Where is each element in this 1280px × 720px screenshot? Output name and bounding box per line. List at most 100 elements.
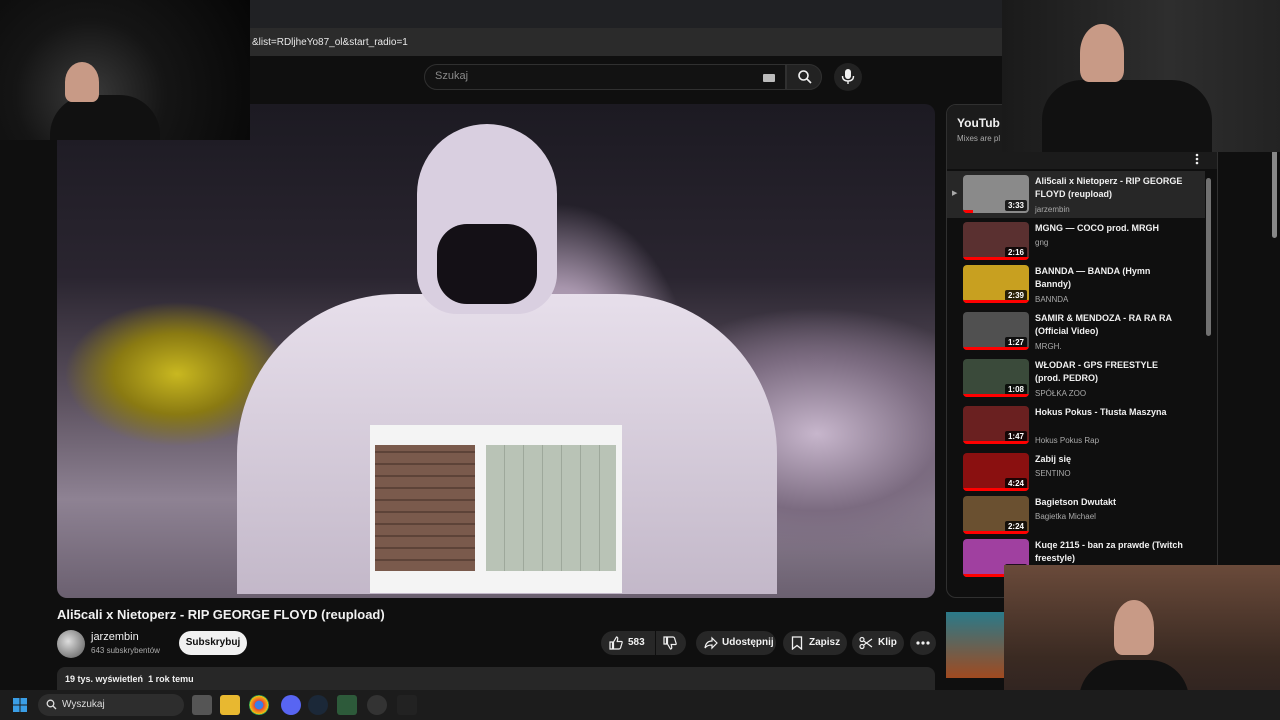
playlist-item-progress (963, 257, 1029, 260)
webcam-overlay-top-right (1002, 0, 1280, 152)
search-button[interactable] (786, 64, 822, 90)
thumbs-down-icon (663, 636, 677, 650)
subscribe-button[interactable]: Subskrybuj (179, 631, 247, 655)
more-horizontal-icon (916, 641, 930, 645)
playlist-item-channel: SENTINO (1035, 469, 1071, 478)
playlist-item-title: WŁODAR - GPS FREESTYLE (prod. PEDRO) (1035, 360, 1159, 383)
voice-search-button[interactable] (834, 63, 862, 91)
video-frame-mask (437, 224, 537, 304)
address-bar[interactable]: &list=RDljheYo87_ol&start_radio=1 (250, 28, 1002, 56)
channel-name[interactable]: jarzembin (91, 631, 139, 643)
playlist-item-title: SAMIR & MENDOZA - RA RA RA (Official Vid… (1035, 313, 1172, 336)
webcam-person-head (65, 62, 99, 102)
video-title: Ali5cali x Nietoperz - RIP GEORGE FLOYD … (57, 607, 385, 622)
playlist-item[interactable]: ▶ 3:33 Ali5cali x Nietoperz - RIP GEORGE F… (947, 171, 1205, 218)
video-player[interactable] (57, 104, 935, 598)
channel-avatar[interactable] (57, 630, 85, 658)
like-button[interactable]: 583 (601, 631, 655, 655)
playlist-item-progress (963, 210, 973, 213)
playlist-item-channel: gng (1035, 238, 1049, 247)
webcam-overlay-top-left (0, 0, 250, 140)
playlist-item-title: Bagietson Dwutakt (1035, 497, 1117, 507)
taskbar-search[interactable]: Wyszukaj (38, 694, 184, 716)
more-actions-button[interactable] (910, 631, 936, 655)
clip-label: Klip (878, 637, 897, 648)
save-label: Zapisz (809, 637, 841, 648)
browser-tab-strip (250, 0, 1002, 28)
playlist-item-title: Zabij się (1035, 454, 1072, 464)
playlist-item-thumbnail[interactable]: 2:16 (963, 222, 1029, 260)
view-count: 19 tys. wyświetleń (65, 674, 144, 684)
playlist-item[interactable]: 1:08 WŁODAR - GPS FREESTYLE (prod. PEDRO)… (947, 355, 1205, 402)
microphone-icon (841, 69, 855, 84)
file-explorer-icon[interactable] (220, 695, 240, 715)
playlist-item-title: BANNDA — BANDA (Hymn Banndy) (1035, 266, 1151, 289)
scissors-icon (859, 636, 873, 650)
chrome-icon[interactable] (249, 695, 269, 715)
page-scrollbar[interactable] (1272, 150, 1277, 238)
playlist-title: YouTub (957, 116, 1000, 130)
playlist-subtitle: Mixes are pl (957, 134, 1001, 143)
now-playing-icon: ▶ (952, 190, 958, 197)
playlist-item-title: Ali5cali x Nietoperz - RIP GEORGE FLOYD … (1035, 176, 1183, 199)
like-count: 583 (628, 637, 645, 648)
playlist-item-thumbnail[interactable]: 2:24 (963, 496, 1029, 534)
clip-button[interactable]: Klip (852, 631, 904, 655)
xbox-icon[interactable] (337, 695, 357, 715)
overlay-image-bricks (375, 445, 475, 571)
playlist-item-progress (963, 531, 1029, 534)
playlist-item-progress (963, 488, 1029, 491)
overlay-image-tiles (486, 445, 616, 571)
playlist-item-thumbnail[interactable]: 3:33 (963, 175, 1029, 213)
bookmark-icon (791, 636, 803, 650)
playlist-item-channel: jarzembin (1035, 205, 1070, 214)
share-button[interactable]: Udostępnij (696, 631, 776, 655)
video-overlay-card (370, 425, 622, 593)
playlist-item-thumbnail[interactable]: 2:39 (963, 265, 1029, 303)
playlist-item[interactable]: 2:16 MGNG — COCO prod. MRGH gng (947, 218, 1205, 261)
search-icon (46, 699, 57, 710)
playlist-item-duration: 3:33 (1004, 200, 1027, 211)
webcam-person-shirt (50, 95, 160, 140)
playlist-item-title: MGNG — COCO prod. MRGH (1035, 223, 1159, 233)
playlist-item-progress (963, 441, 1029, 444)
save-button[interactable]: Zapisz (783, 631, 847, 655)
playlist-scrollbar[interactable] (1206, 178, 1211, 336)
upload-age: 1 rok temu (148, 674, 194, 684)
share-label: Udostępnij (722, 637, 774, 648)
playlist-item[interactable]: 2:39 BANNDA — BANDA (Hymn Banndy) BANNDA (947, 261, 1205, 308)
obs-icon[interactable] (367, 695, 387, 715)
playlist-item-title: Kuqe 2115 - ban za prawde (Twitch freest… (1035, 540, 1183, 563)
more-vertical-icon[interactable] (1195, 153, 1199, 165)
search-input[interactable]: Szukaj (435, 70, 468, 82)
promo-thumbnail[interactable] (946, 612, 1004, 678)
spotify-icon[interactable] (397, 695, 417, 715)
playlist-item-channel: Bagietka Michael (1035, 512, 1096, 521)
playlist-item-thumbnail[interactable]: 1:08 (963, 359, 1029, 397)
playlist-item-thumbnail[interactable]: 1:47 (963, 406, 1029, 444)
playlist-item-progress (963, 347, 1029, 350)
mix-playlist-panel: YouTub Mixes are pl ▶ 3:33 Ali5cali x Niet… (946, 104, 1218, 598)
keyboard-icon[interactable] (763, 74, 775, 82)
playlist-item-channel: MRGH. (1035, 342, 1062, 351)
playlist-item-channel: Hokus Pokus Rap (1035, 436, 1100, 445)
windows-start-icon[interactable] (13, 698, 27, 712)
playlist-item-thumbnail[interactable]: 4:24 (963, 453, 1029, 491)
webcam-person-head (1080, 24, 1124, 82)
thumbs-up-icon (609, 636, 623, 650)
playlist-item[interactable]: 1:27 SAMIR & MENDOZA - RA RA RA (Official… (947, 308, 1205, 355)
playlist-item[interactable]: 1:47 Hokus Pokus - Tłusta Maszyna Hokus Po… (947, 402, 1205, 449)
playlist-item[interactable]: 2:24 Bagietson Dwutakt Bagietka Michael (947, 492, 1205, 535)
playlist-item-thumbnail[interactable]: 1:27 (963, 312, 1029, 350)
task-view-icon[interactable] (192, 695, 212, 715)
playlist-item-progress (963, 300, 1029, 303)
steam-icon[interactable] (308, 695, 328, 715)
playlist-item-channel: SPÓŁKA ZOO (1035, 389, 1087, 398)
dislike-button[interactable] (656, 631, 686, 655)
discord-icon[interactable] (281, 695, 301, 715)
view-stats: 19 tys. wyświetleń 1 rok temu (65, 674, 194, 684)
windows-taskbar: Wyszukaj (0, 690, 1280, 720)
taskbar-search-label: Wyszukaj (62, 699, 105, 710)
search-box[interactable]: Szukaj (424, 64, 786, 90)
playlist-item[interactable]: 4:24 Zabij się SENTINO (947, 449, 1205, 492)
